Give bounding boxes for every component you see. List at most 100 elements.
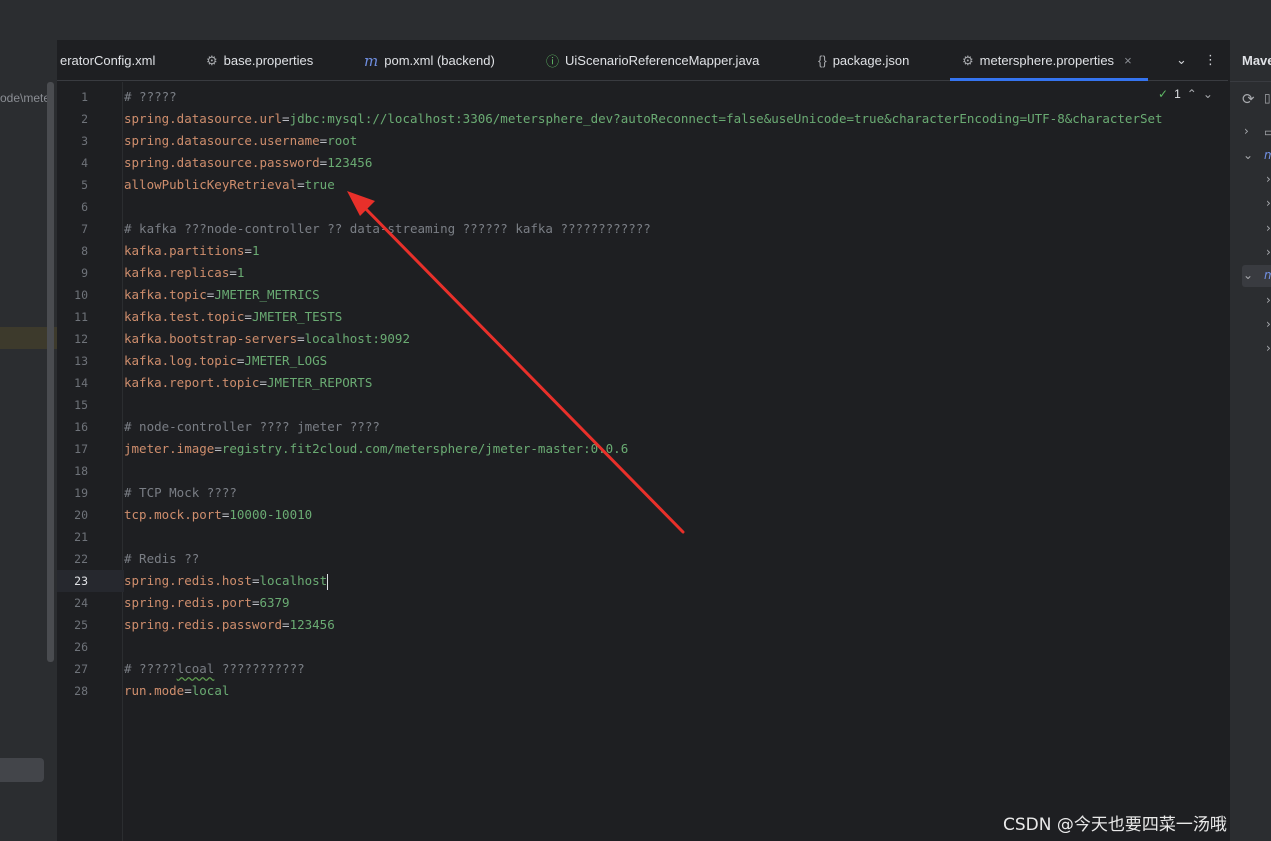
property-key: allowPublicKeyRetrieval — [124, 177, 298, 192]
panel-button[interactable] — [0, 758, 44, 782]
tab-dropdown-button[interactable]: ⌄ — [1176, 40, 1187, 81]
chevron-right-icon[interactable]: › — [1266, 293, 1271, 307]
code-line[interactable]: jmeter.image=registry.fit2cloud.com/mete… — [124, 438, 628, 460]
maven-icon: m — [1264, 268, 1271, 282]
code-line[interactable]: run.mode=local — [124, 680, 229, 702]
line-number: 25 — [74, 618, 88, 632]
tab-label: UiScenarioReferenceMapper.java — [565, 53, 760, 68]
chevron-right-icon[interactable]: › — [1244, 124, 1249, 138]
code-line[interactable]: kafka.replicas=1 — [124, 262, 244, 284]
line-number: 12 — [74, 332, 88, 346]
editor-tab-bar: eratorConfig.xml ⚙ base.properties m pom… — [57, 40, 1228, 81]
code-line[interactable]: kafka.report.topic=JMETER_REPORTS — [124, 372, 372, 394]
chevron-right-icon[interactable]: › — [1266, 317, 1271, 331]
property-value: local — [191, 683, 230, 698]
code-line[interactable]: spring.redis.password=123456 — [124, 614, 335, 636]
tab-uiscenarioreferencemapper-java[interactable]: ⓘ UiScenarioReferenceMapper.java — [546, 40, 759, 81]
line-number: 17 — [74, 442, 88, 456]
tab-package-json[interactable]: {} package.json — [818, 40, 909, 81]
chevron-right-icon[interactable]: › — [1266, 196, 1271, 210]
more-vertical-icon: ⋮ — [1204, 53, 1217, 68]
code-line[interactable]: # kafka ???node-controller ?? data-strea… — [124, 218, 651, 240]
equals-sign: = — [244, 309, 252, 324]
tab-base-properties[interactable]: ⚙ base.properties — [206, 40, 313, 81]
property-key: spring.redis.port — [124, 595, 252, 610]
code-line[interactable]: kafka.bootstrap-servers=localhost:9092 — [124, 328, 410, 350]
refresh-icon[interactable]: ⟳ — [1242, 90, 1255, 108]
inspection-widget[interactable]: ✓ 1 ⌃ ⌄ — [1158, 87, 1213, 101]
line-number: 11 — [74, 310, 88, 324]
code-line[interactable]: spring.datasource.username=root — [124, 130, 357, 152]
maven-panel-title: Mave — [1242, 53, 1271, 68]
code-line[interactable]: spring.datasource.password=123456 — [124, 152, 372, 174]
code-line[interactable]: spring.datasource.url=jdbc:mysql://local… — [124, 108, 1163, 130]
code-line[interactable]: allowPublicKeyRetrieval=true — [124, 174, 335, 196]
check-icon: ✓ — [1158, 87, 1169, 101]
watermark: CSDN @今天也要四菜一汤哦 — [1003, 815, 1227, 835]
property-key: kafka.topic — [124, 287, 207, 302]
property-key: kafka.report.topic — [124, 375, 260, 390]
line-number: 21 — [74, 530, 88, 544]
equals-sign: = — [297, 177, 305, 192]
code-line[interactable]: spring.redis.host=localhost — [124, 570, 329, 592]
tab-pom-xml[interactable]: m pom.xml (backend) — [364, 40, 495, 81]
line-number: 13 — [74, 354, 88, 368]
equals-sign: = — [297, 331, 305, 346]
property-key: spring.datasource.url — [124, 111, 283, 126]
code-line[interactable]: # TCP Mock ???? — [124, 482, 237, 504]
line-number: 8 — [81, 244, 88, 258]
comment: # ????? — [124, 661, 177, 676]
close-tab-icon[interactable]: × — [1124, 53, 1132, 68]
comment: # node-controller ???? jmeter ???? — [124, 419, 380, 434]
chevron-up-icon[interactable]: ⌃ — [1187, 87, 1197, 101]
tab-label: metersphere.properties — [979, 53, 1115, 68]
property-value: 10000-10010 — [229, 507, 313, 522]
chevron-right-icon[interactable]: › — [1266, 341, 1271, 355]
tab-more-button[interactable]: ⋮ — [1204, 40, 1217, 81]
tab-label: eratorConfig.xml — [60, 53, 156, 68]
code-line[interactable]: tcp.mock.port=10000-10010 — [124, 504, 312, 526]
property-value: localhost — [259, 573, 328, 588]
interface-icon: ⓘ — [546, 54, 560, 69]
line-number: 9 — [81, 266, 88, 280]
inspection-count: 1 — [1174, 87, 1181, 101]
code-line[interactable]: # ?????lcoal ??????????? — [124, 658, 305, 680]
line-number: 23 — [74, 574, 88, 588]
equals-sign: = — [244, 243, 252, 258]
equals-sign: = — [184, 683, 192, 698]
code-line[interactable]: spring.redis.port=6379 — [124, 592, 290, 614]
tab-metersphere-properties[interactable]: ⚙ metersphere.properties × — [950, 40, 1148, 81]
chevron-right-icon[interactable]: › — [1266, 172, 1271, 186]
code-line[interactable]: # ????? — [124, 86, 177, 108]
code-line[interactable]: # node-controller ???? jmeter ???? — [124, 416, 380, 438]
code-line[interactable]: kafka.test.topic=JMETER_TESTS — [124, 306, 342, 328]
chevron-down-icon[interactable]: ⌄ — [1203, 87, 1213, 101]
code-line[interactable]: # Redis ?? — [124, 548, 199, 570]
line-number: 5 — [81, 178, 88, 192]
folder-icon[interactable]: ▯ — [1264, 91, 1271, 105]
line-number: 3 — [81, 134, 88, 148]
property-key: spring.datasource.username — [124, 133, 320, 148]
code-editor[interactable]: # ????? spring.datasource.url=jdbc:mysql:… — [124, 82, 1228, 841]
line-number: 10 — [74, 288, 88, 302]
project-path: ode\mete — [0, 91, 51, 105]
tab-label: base.properties — [223, 53, 314, 68]
line-number: 22 — [74, 552, 88, 566]
line-number: 15 — [74, 398, 88, 412]
tab-label: package.json — [832, 53, 910, 68]
tab-generatorconfig-xml[interactable]: eratorConfig.xml — [60, 40, 155, 81]
folder-icon: ▭ — [1264, 125, 1271, 139]
code-line[interactable]: kafka.topic=JMETER_METRICS — [124, 284, 320, 306]
chevron-down-icon[interactable]: ⌄ — [1243, 268, 1253, 282]
chevron-down-icon[interactable]: ⌄ — [1243, 148, 1253, 162]
property-key: kafka.log.topic — [124, 353, 237, 368]
chevron-right-icon[interactable]: › — [1266, 245, 1271, 259]
property-key: kafka.replicas — [124, 265, 230, 280]
chevron-right-icon[interactable]: › — [1266, 221, 1271, 235]
comment: # TCP Mock ???? — [124, 485, 237, 500]
project-scrollbar[interactable] — [47, 82, 54, 662]
code-line[interactable]: kafka.log.topic=JMETER_LOGS — [124, 350, 327, 372]
code-line[interactable]: kafka.partitions=1 — [124, 240, 259, 262]
property-value: registry.fit2cloud.com/metersphere/jmete… — [221, 441, 629, 456]
property-key: jmeter.image — [124, 441, 215, 456]
